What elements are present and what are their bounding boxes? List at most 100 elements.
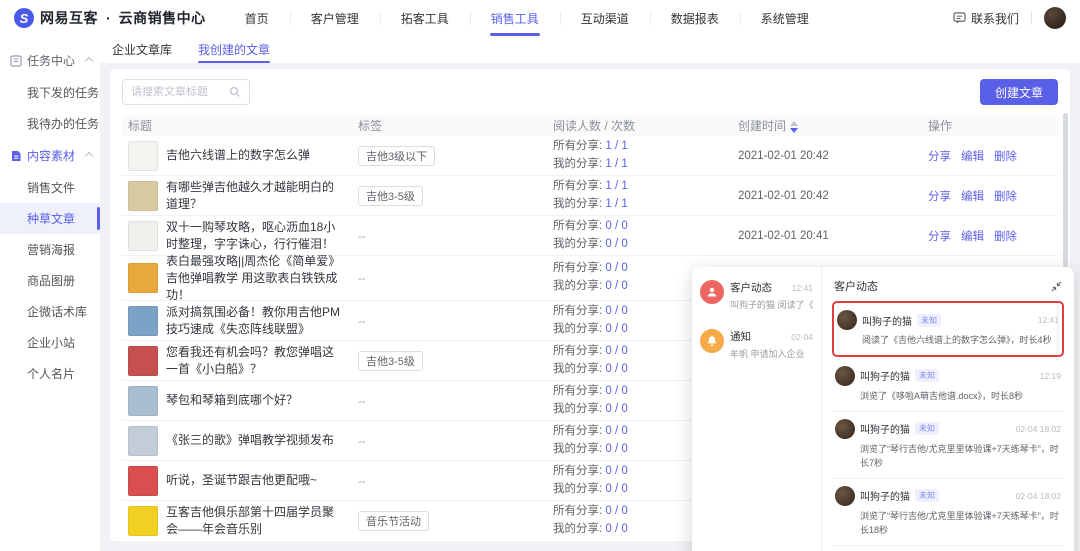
sidebar-item-seeding-articles[interactable]: 种草文章 [0, 203, 100, 234]
article-title[interactable]: 有哪些弹吉他越久才越能明白的道理？ [166, 179, 344, 213]
panel-title: 客户动态 [834, 281, 878, 293]
article-title[interactable]: 互客吉他俱乐部第十四届学员聚会——年会音乐别 [166, 504, 344, 538]
article-title[interactable]: 双十一购琴攻略，呕心沥血18小时整理，字字诛心，行行催泪！ [166, 219, 344, 253]
my-shares-link[interactable]: 1 / 1 [605, 198, 627, 210]
sidebar-item-my-todo-tasks[interactable]: 我待办的任务 [0, 108, 100, 139]
activity-entry[interactable]: 叫狗子的猫未知02-04 17:42 阅读了《有哪些弹吉他越久才越能明白的道理？… [832, 546, 1064, 551]
edit-link[interactable]: 编辑 [961, 151, 984, 163]
avatar [837, 310, 857, 330]
article-title[interactable]: 听说，圣诞节跟吉他更配哦~ [166, 472, 317, 489]
top-header: S 网易互客 · 云商销售中心 首页 客户管理 拓客工具 销售工具 互动渠道 数… [0, 0, 1080, 36]
article-title[interactable]: 您看我还有机会吗？教您弹唱这一首《小白船》？ [166, 344, 344, 378]
nav-item-home[interactable]: 首页 [224, 0, 290, 36]
all-shares-link[interactable]: 0 / 0 [605, 385, 627, 397]
all-shares-link[interactable]: 0 / 0 [605, 425, 627, 437]
all-shares-link[interactable]: 1 / 1 [605, 140, 627, 152]
delete-link[interactable]: 删除 [994, 151, 1017, 163]
all-shares-link[interactable]: 0 / 0 [605, 305, 627, 317]
tab-enterprise-article-library[interactable]: 企业文章库 [112, 36, 172, 63]
created-time: 2021-02-01 20:42 [738, 149, 829, 162]
activity-entry[interactable]: 叫狗子的猫 未知 02-04 18:02 浏览了“琴行吉他/尤克里里体验课+7天练琴… [832, 412, 1064, 479]
my-shares-link[interactable]: 0 / 0 [605, 483, 627, 495]
sidebar-group-content-material[interactable]: 内容素材 [0, 139, 100, 172]
all-shares-link[interactable]: 0 / 0 [605, 345, 627, 357]
table-row[interactable]: 有哪些弹吉他越久才越能明白的道理？ 吉他3-5级 所有分享: 1 / 1 我的分享… [122, 176, 1058, 217]
article-title[interactable]: 琴包和琴箱到底哪个好？ [166, 392, 298, 409]
edit-link[interactable]: 编辑 [961, 231, 984, 243]
column-created-time[interactable]: 创建时间 [738, 117, 928, 134]
sidebar-item-product-catalog[interactable]: 商品图册 [0, 265, 100, 296]
entry-message: 浏览了“琴行吉他/尤克里里体验课+7天练琴卡”，时长18秒 [860, 510, 1059, 535]
share-link[interactable]: 分享 [928, 231, 951, 243]
sidebar-item-marketing-posters[interactable]: 营销海报 [0, 234, 100, 265]
avatar [835, 365, 855, 386]
article-thumbnail [128, 180, 158, 211]
sidebar-item-personal-card[interactable]: 个人名片 [0, 358, 100, 389]
nav-item-customer-mgmt[interactable]: 客户管理 [289, 0, 380, 36]
nav-item-interaction-channels[interactable]: 互动渠道 [559, 0, 650, 36]
logo-icon: S [14, 8, 34, 28]
sidebar-group-label: 任务中心 [27, 54, 76, 68]
contact-us-button[interactable]: 联系我们 [953, 10, 1019, 27]
task-center-icon [10, 54, 22, 67]
my-shares-link[interactable]: 0 / 0 [605, 280, 627, 292]
channel-customer-activity[interactable]: 客户动态 12:41 叫狗子的猫 阅读了《吉... [692, 271, 821, 320]
create-article-button[interactable]: 创建文章 [979, 79, 1058, 105]
customer-name[interactable]: 叫狗子的猫 [860, 421, 910, 436]
my-shares-link[interactable]: 1 / 1 [605, 158, 627, 170]
sidebar-item-wecom-scripts[interactable]: 企微话术库 [0, 296, 100, 327]
delete-link[interactable]: 删除 [994, 191, 1017, 203]
sort-carets-icon[interactable] [790, 120, 799, 133]
my-shares-link[interactable]: 0 / 0 [605, 238, 627, 250]
table-row[interactable]: 吉他六线谱上的数字怎么弹 吉他3级以下 所有分享: 1 / 1 我的分享: 1 /… [122, 136, 1058, 177]
activity-entry-highlighted[interactable]: 叫狗子的猫 未知 12:41 阅读了《吉他六线谱上的数字怎么弹》，时长4秒 [832, 301, 1064, 357]
nav-item-sales-tools[interactable]: 销售工具 [469, 0, 560, 36]
sidebar-item-sales-files[interactable]: 销售文件 [0, 172, 100, 203]
column-operations: 操作 [928, 119, 953, 134]
nav-item-data-reports[interactable]: 数据报表 [649, 0, 740, 36]
article-title[interactable]: 派对搞氛围必备！教你用吉他PM技巧速成《失恋阵线联盟》 [166, 304, 344, 338]
sidebar-group-task-center[interactable]: 任务中心 [0, 44, 100, 77]
activity-entry[interactable]: 叫狗子的猫 未知 12:19 浏览了《哆啦A萌吉他谱.docx》，时长8秒 [832, 359, 1064, 412]
article-title[interactable]: 《张三的歌》弹唱教学视频发布 [166, 432, 334, 449]
tab-my-created-articles[interactable]: 我创建的文章 [198, 36, 271, 63]
my-shares-link[interactable]: 0 / 0 [605, 363, 627, 375]
all-shares-link[interactable]: 0 / 0 [605, 465, 627, 477]
delete-link[interactable]: 删除 [994, 231, 1017, 243]
article-title[interactable]: 表白最强攻略||周杰伦《简单爱》吉他弹唱教学 用这歌表白铁铁成功！ [166, 253, 344, 303]
my-shares-link[interactable]: 0 / 0 [605, 523, 627, 535]
sidebar: 任务中心 我下发的任务 我待办的任务 内容素材 销售文件 种草文章 营销海报 商… [0, 36, 100, 551]
customer-name[interactable]: 叫狗子的猫 [860, 368, 910, 383]
activity-entry[interactable]: 叫狗子的猫 未知 02-04 18:02 浏览了“琴行吉他/尤克里里体验课+7天练琴… [832, 479, 1064, 546]
all-shares-link[interactable]: 0 / 0 [605, 220, 627, 232]
status-badge: 未知 [915, 369, 939, 383]
all-shares-link[interactable]: 0 / 0 [605, 505, 627, 517]
all-shares-link[interactable]: 0 / 0 [605, 262, 627, 274]
share-link[interactable]: 分享 [928, 151, 951, 163]
top-nav: 首页 客户管理 拓客工具 销售工具 互动渠道 数据报表 系统管理 [224, 0, 830, 36]
article-title[interactable]: 吉他六线谱上的数字怎么弹 [166, 147, 310, 164]
share-link[interactable]: 分享 [928, 191, 951, 203]
channel-notice[interactable]: 通知 02-04 牟帆 申请加入企业 [692, 320, 821, 369]
article-thumbnail [128, 465, 158, 496]
sidebar-item-company-site[interactable]: 企业小站 [0, 327, 100, 358]
nav-item-acquisition-tools[interactable]: 拓客工具 [379, 0, 470, 36]
collapse-icon[interactable] [1051, 281, 1062, 292]
customer-name[interactable]: 叫狗子的猫 [862, 313, 912, 328]
search-input[interactable] [131, 86, 229, 98]
my-shares-link[interactable]: 0 / 0 [605, 443, 627, 455]
user-avatar[interactable] [1044, 7, 1066, 29]
search-box[interactable] [122, 79, 250, 105]
search-icon[interactable] [229, 86, 241, 98]
channel-title: 客户动态 [730, 282, 772, 294]
nav-item-system-mgmt[interactable]: 系统管理 [739, 0, 830, 36]
avatar [835, 485, 855, 506]
all-shares-link[interactable]: 1 / 1 [605, 180, 627, 192]
my-shares-link[interactable]: 0 / 0 [605, 403, 627, 415]
table-row[interactable]: 双十一购琴攻略，呕心沥血18小时整理，字字诛心，行行催泪！ -- 所有分享: 0… [122, 216, 1058, 257]
notification-channel-list: 客户动态 12:41 叫狗子的猫 阅读了《吉... 通知 02-04 牟帆 申请加入… [692, 267, 822, 551]
edit-link[interactable]: 编辑 [961, 191, 984, 203]
customer-name[interactable]: 叫狗子的猫 [860, 488, 910, 503]
my-shares-link[interactable]: 0 / 0 [605, 323, 627, 335]
sidebar-item-my-issued-tasks[interactable]: 我下发的任务 [0, 77, 100, 108]
